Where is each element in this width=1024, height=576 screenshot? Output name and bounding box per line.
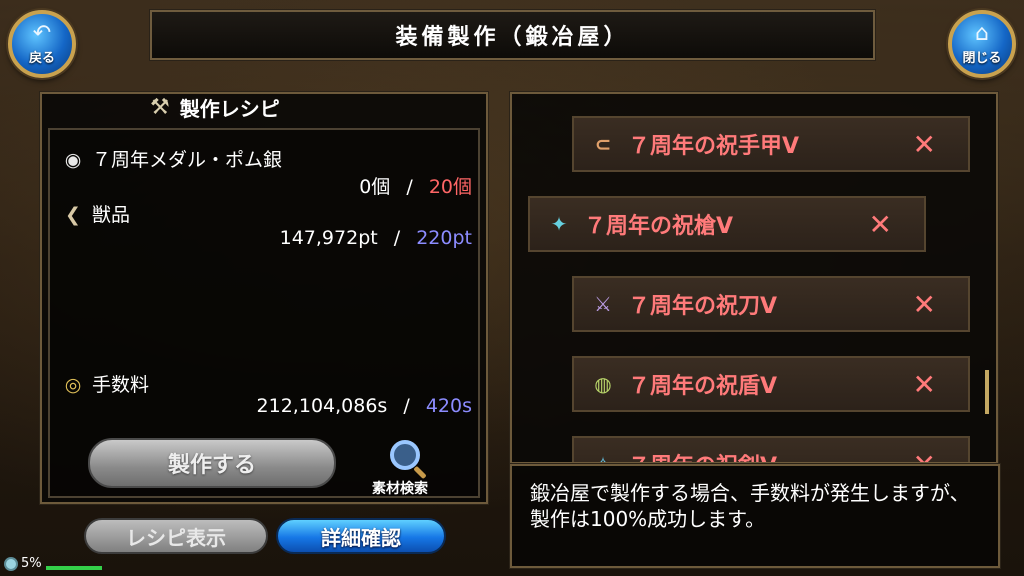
remove-icon[interactable]: ✕	[869, 208, 892, 241]
list-item-label: ７周年の祝盾Ⅴ	[628, 374, 778, 399]
quantity-separator: /	[393, 227, 401, 249]
remove-icon[interactable]: ✕	[913, 288, 936, 321]
progress-indicator: 5%	[4, 556, 42, 571]
list-item[interactable]: ✦ ７周年の祝槍Ⅴ ✕	[528, 196, 926, 252]
katana-icon: ⚔	[594, 292, 612, 316]
progress-bar	[46, 566, 102, 570]
list-item[interactable]: ◍ ７周年の祝盾Ⅴ ✕	[572, 356, 970, 412]
remove-icon[interactable]: ✕	[913, 128, 936, 161]
anvil-icon: ⚒	[150, 94, 170, 120]
message-box: 鍛冶屋で製作する場合、手数料が発生しますが、製作は100%成功します。	[509, 463, 1001, 569]
material-name: ７周年メダル・ポム銀	[92, 149, 283, 171]
spear-icon: ✦	[550, 212, 568, 236]
material-owned: 147,972pt	[279, 227, 378, 249]
material-owned: 0個	[359, 176, 391, 198]
sword-icon: ✧	[594, 452, 612, 464]
fee-quantity: 212,104,086s / 420s	[257, 395, 472, 417]
craft-button[interactable]: 製作する	[88, 438, 336, 488]
list-item-label: ７周年の祝手甲Ⅴ	[628, 134, 800, 159]
recipe-heading-text: 製作レシピ	[179, 96, 280, 121]
remove-icon[interactable]: ✕	[913, 368, 936, 401]
back-button[interactable]: ↶ 戻る	[8, 10, 76, 78]
list-item-label: ７周年の祝刀Ⅴ	[628, 294, 778, 319]
material-row: ❮ 獣品	[60, 200, 130, 227]
close-button[interactable]: ⌂ 閉じる	[948, 10, 1016, 78]
list-item[interactable]: ⊂ ７周年の祝手甲Ⅴ ✕	[572, 116, 970, 172]
list-item-label: ７周年の祝剣Ⅴ	[628, 448, 777, 462]
remove-icon[interactable]: ✕	[913, 448, 936, 463]
list-item[interactable]: ⚔ ７周年の祝刀Ⅴ ✕	[572, 276, 970, 332]
material-name: 獣品	[92, 204, 131, 226]
recipe-show-label: レシピ表示	[126, 525, 226, 550]
list-item-label: ７周年の祝槍Ⅴ	[584, 214, 734, 239]
detail-check-button[interactable]: 詳細確認	[276, 518, 446, 554]
silver-medal-icon: ◉	[64, 149, 82, 171]
material-quantity: 0個 / 20個	[359, 172, 472, 199]
equipment-list[interactable]: ⊂ ７周年の祝手甲Ⅴ ✕ ✦ ７周年の祝槍Ⅴ ✕ ⚔ ７周年の祝刀Ⅴ ✕ ◍ ７…	[509, 91, 999, 465]
magnifier-icon[interactable]	[390, 440, 420, 470]
recipe-show-button[interactable]: レシピ表示	[84, 518, 268, 554]
coins-icon: ◎	[64, 374, 82, 396]
back-arrow-icon: ↶	[32, 20, 52, 46]
quantity-separator: /	[406, 176, 413, 198]
fee-row: ◎ 手数料	[60, 370, 149, 397]
gauntlet-icon: ⊂	[594, 132, 612, 156]
page-title-text: 装備製作（鍛冶屋）	[395, 25, 630, 50]
message-text: 鍛冶屋で製作する場合、手数料が発生しますが、製作は100%成功します。	[530, 481, 970, 531]
material-required: 20個	[428, 176, 472, 198]
material-row: ◉ ７周年メダル・ポム銀	[60, 145, 282, 172]
list-item[interactable]: ✧ ７周年の祝剣Ⅴ ✕	[572, 436, 970, 464]
page-title: 装備製作（鍛冶屋）	[149, 9, 876, 61]
material-quantity: 147,972pt / 220pt	[280, 227, 472, 249]
close-label: 閉じる	[962, 50, 1002, 66]
list-scrollbar[interactable]	[985, 370, 989, 414]
detail-check-label: 詳細確認	[321, 525, 401, 550]
shield-icon: ◍	[594, 372, 612, 396]
fang-icon: ❮	[65, 204, 81, 226]
fee-required: 420s	[425, 395, 472, 417]
material-search-label[interactable]: 素材検索	[372, 478, 428, 498]
fee-owned: 212,104,086s	[256, 395, 388, 417]
material-required: 220pt	[416, 227, 472, 249]
recipe-heading: ⚒ 製作レシピ	[50, 88, 480, 126]
fee-name: 手数料	[92, 374, 150, 396]
craft-button-label: 製作する	[167, 453, 256, 478]
quantity-separator: /	[403, 395, 410, 417]
back-label: 戻る	[28, 50, 55, 66]
progress-percent: 5%	[21, 556, 42, 571]
status-orb-icon	[4, 556, 18, 571]
home-icon: ⌂	[975, 20, 989, 46]
